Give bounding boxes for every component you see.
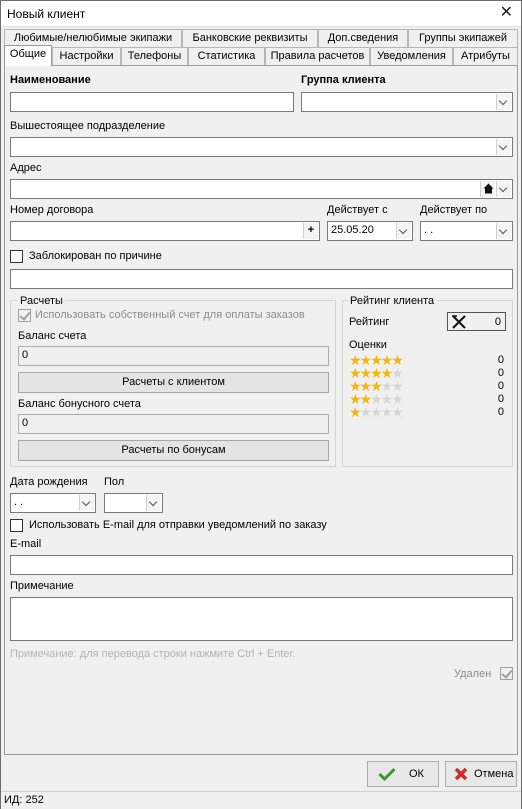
note-label: Примечание [10, 580, 74, 592]
score-count-3: 0 [497, 380, 504, 392]
home-icon[interactable] [480, 181, 495, 197]
name-label: Наименование [10, 74, 91, 86]
birth-date-field[interactable]: . . [10, 493, 96, 513]
client-dialog: Новый клиент ✕ Любимые/нелюбимые экипажи… [0, 0, 522, 809]
score-count-5: 0 [497, 354, 504, 366]
rating-label: Рейтинг [349, 316, 390, 328]
rating-value: 0 [494, 316, 501, 328]
tab-general[interactable]: Общие [4, 45, 52, 66]
blocked-reason-input[interactable] [10, 269, 513, 289]
contract-input[interactable]: + [10, 221, 320, 241]
status-bar: ИД: 252 [1, 791, 521, 809]
tab-statistics[interactable]: Статистика [188, 47, 265, 65]
blocked-checkbox[interactable] [10, 250, 23, 263]
tab-payment-rules[interactable]: Правила расчетов [265, 47, 370, 65]
close-icon[interactable]: ✕ [500, 4, 513, 22]
ok-label: ОК [409, 768, 424, 780]
window-title: Новый клиент [7, 7, 86, 21]
note-hint: Примечание: для перевода строки нажмите … [10, 648, 296, 660]
tab-phones[interactable]: Телефоны [121, 47, 188, 65]
record-id: ИД: 252 [4, 794, 44, 806]
valid-from-value: 25.05.20 [331, 224, 374, 236]
own-account-label: Использовать собственный счет для оплаты… [35, 309, 305, 321]
settlements-button[interactable]: Расчеты с клиентом [18, 372, 329, 393]
chevron-down-icon[interactable] [496, 181, 511, 197]
birth-date-value: . . [14, 496, 24, 508]
balance-label: Баланс счета [18, 330, 87, 342]
tab-attributes[interactable]: Атрибуты [453, 47, 518, 65]
deleted-checkbox [500, 667, 513, 680]
note-textarea[interactable] [10, 597, 513, 641]
valid-from-label: Действует с [327, 204, 388, 216]
bonus-balance-label: Баланс бонусного счета [18, 398, 141, 410]
valid-to-label: Действует по [420, 204, 488, 216]
valid-to-date[interactable]: . . [420, 221, 513, 241]
title-bar: Новый клиент ✕ [1, 1, 521, 27]
balance-field: 0 [18, 346, 329, 366]
score-row-1: ★★★★★ 0 [349, 404, 504, 420]
ok-button[interactable]: ОК [367, 761, 439, 787]
score-count-1: 0 [497, 406, 504, 418]
contract-add-button[interactable]: + [303, 223, 318, 239]
birth-date-label: Дата рождения [10, 476, 88, 488]
rating-display: 0 [447, 312, 506, 331]
chevron-down-icon[interactable] [496, 139, 511, 155]
parent-unit-select[interactable] [10, 137, 513, 157]
group-select[interactable] [301, 92, 513, 112]
email-input[interactable] [10, 555, 513, 575]
chevron-down-icon[interactable] [79, 495, 94, 511]
cancel-button[interactable]: Отмена [445, 761, 517, 787]
valid-from-date[interactable]: 25.05.20 [327, 221, 413, 241]
gender-select[interactable] [104, 493, 163, 513]
name-input[interactable] [10, 92, 294, 112]
scores-label: Оценки [349, 339, 387, 351]
tab-notifications[interactable]: Уведомления [370, 47, 453, 65]
no-rating-icon [452, 315, 466, 329]
deleted-label: Удален [454, 668, 492, 680]
chevron-down-icon[interactable] [496, 94, 511, 110]
chevron-down-icon[interactable] [396, 223, 411, 239]
checkmark-icon [378, 767, 396, 781]
email-notify-label: Использовать E-mail для отправки уведомл… [29, 519, 327, 531]
contract-label: Номер договора [10, 204, 94, 216]
cancel-icon [454, 767, 468, 781]
payments-title: Расчеты [18, 295, 65, 307]
tab-extra-info[interactable]: Доп.сведения [318, 29, 408, 47]
blocked-label: Заблокирован по причине [29, 250, 162, 262]
gender-label: Пол [104, 476, 125, 488]
group-label: Группа клиента [301, 74, 386, 86]
valid-to-value: . . [424, 224, 434, 236]
chevron-down-icon[interactable] [496, 223, 511, 239]
bonus-settlements-button[interactable]: Расчеты по бонусам [18, 440, 329, 461]
tab-crew-groups[interactable]: Группы экипажей [408, 29, 518, 47]
score-count-4: 0 [497, 367, 504, 379]
cancel-label: Отмена [474, 768, 514, 780]
tab-bank-details[interactable]: Банковские реквизиты [182, 29, 318, 47]
tab-settings[interactable]: Настройки [52, 47, 121, 65]
parent-unit-label: Вышестоящее подразделение [10, 120, 166, 132]
rating-title: Рейтинг клиента [348, 295, 437, 307]
email-label: E-mail [10, 538, 42, 550]
chevron-down-icon[interactable] [146, 495, 161, 511]
address-label: Адрес [10, 162, 42, 174]
score-count-2: 0 [497, 393, 504, 405]
address-input[interactable] [10, 179, 513, 199]
bonus-balance-field: 0 [18, 414, 329, 434]
own-account-checkbox [18, 309, 31, 322]
email-notify-checkbox[interactable] [10, 519, 23, 532]
